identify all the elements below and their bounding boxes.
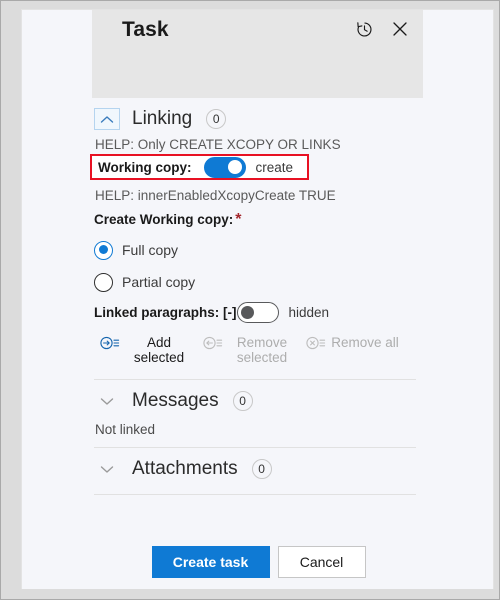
chevron-down-icon[interactable] [94,458,120,480]
divider-after-messages [94,447,416,448]
remove-all-label: Remove all [331,335,399,350]
remove-all-command[interactable]: Remove all [306,335,399,355]
link-command-bar: Add selected Remove selected Remove all [94,335,424,365]
create-task-button[interactable]: Create task [151,546,270,578]
divider-after-linking [94,379,416,380]
linking-help-mid: HELP: innerEnabledXcopyCreate TRUE [95,188,336,203]
linking-count-badge: 0 [206,109,227,129]
section-header-linking[interactable]: Linking 0 [94,104,424,134]
chevron-up-icon[interactable] [94,108,120,130]
messages-count-badge: 0 [232,391,253,411]
app-window: Task Linking 0 HELP: Only CREATE XCOPY O… [0,0,500,600]
required-marker: * [235,211,242,228]
section-header-attachments[interactable]: Attachments 0 [94,454,424,484]
remove-selected-icon [203,336,223,355]
linked-paragraphs-label: Linked paragraphs: [-] [94,305,237,320]
section-title-messages: Messages [132,390,219,411]
add-selected-label: Add selected [133,335,185,365]
create-working-copy-group: Create Working copy: * [94,211,424,229]
section-header-messages[interactable]: Messages 0 [94,386,424,416]
create-working-copy-label: Create Working copy: [94,212,234,227]
panel-body: Linking 0 HELP: Only CREATE XCOPY OR LIN… [22,98,493,589]
radio-full-copy[interactable] [94,240,113,260]
radio-label-full-copy: Full copy [122,242,179,258]
working-copy-label: Working copy: [98,159,192,175]
header-actions [353,18,411,40]
remove-selected-command[interactable]: Remove selected [203,335,296,365]
linked-paragraphs-toggle-text: hidden [288,305,330,320]
radio-partial-copy[interactable] [94,272,113,292]
linked-paragraphs-row: Linked paragraphs: [-] hidden [94,302,424,323]
linking-help-top: HELP: Only CREATE XCOPY OR LINKS [95,137,341,152]
section-title-attachments: Attachments [132,458,238,479]
section-title-linking: Linking [132,108,193,129]
divider-after-attachments [94,494,416,495]
radio-option-full-copy[interactable]: Full copy [94,236,424,264]
window-bottom-strip [1,590,499,599]
add-selected-command[interactable]: Add selected [100,335,193,365]
add-selected-icon [100,336,120,355]
linked-paragraphs-toggle[interactable] [236,302,279,323]
remove-selected-label: Remove selected [236,335,288,365]
messages-note: Not linked [95,422,156,437]
page-title: Task [122,18,169,41]
panel-header: Task [92,10,423,98]
history-icon[interactable] [353,18,375,40]
toggle-knob [227,160,242,174]
task-panel: Task Linking 0 HELP: Only CREATE XCOPY O… [21,9,494,589]
attachments-count-badge: 0 [251,459,272,479]
chevron-down-icon[interactable] [94,390,120,412]
panel-footer: Create task Cancel [22,546,493,578]
cancel-button[interactable]: Cancel [277,546,366,578]
close-icon[interactable] [389,18,411,40]
toggle-knob [240,305,254,319]
radio-label-partial-copy: Partial copy [122,274,196,290]
working-copy-highlight: Working copy: create [90,154,309,180]
radio-option-partial-copy[interactable]: Partial copy [94,268,424,296]
working-copy-toggle[interactable] [203,156,246,178]
working-copy-toggle-text: create [255,159,294,175]
remove-all-icon [306,336,326,355]
